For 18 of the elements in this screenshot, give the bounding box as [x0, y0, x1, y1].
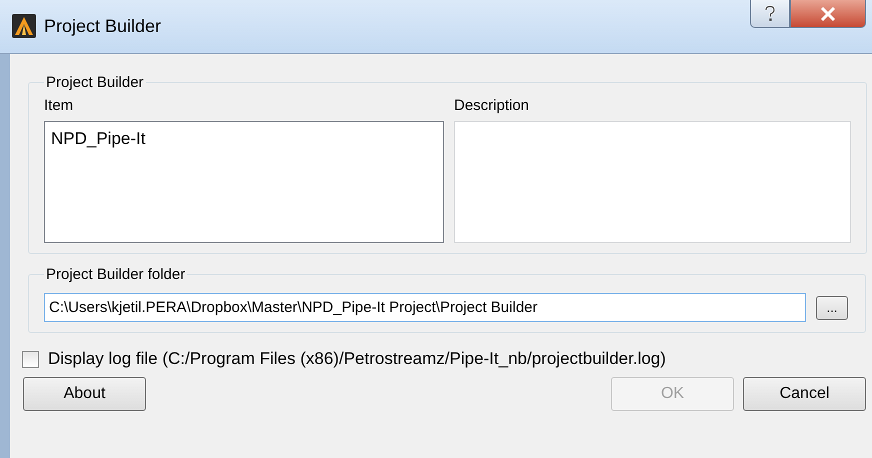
group-title: Project Builder — [45, 74, 145, 91]
checkbox[interactable] — [22, 350, 39, 368]
description-label: Description — [454, 97, 530, 114]
dialog-button[interactable]: About — [23, 377, 146, 411]
browse-button[interactable]: ... — [816, 296, 848, 320]
list-item[interactable]: NPD_Pipe-It — [51, 127, 437, 151]
close-icon — [820, 6, 836, 20]
close-button[interactable] — [790, 0, 866, 28]
dialog-button[interactable]: Cancel — [743, 377, 866, 411]
help-icon — [763, 4, 777, 22]
window-title: Project Builder — [44, 16, 162, 36]
checkbox-label: Display log file (C:/Program Files (x86)/Petrostreamz/Pipe-It_nb/projectbuilder.log) — [48, 349, 666, 369]
folder-path-field[interactable]: C:\Users\kjetil.PERA\Dropbox\Master\NPD_Pipe-It Project\Project Builder — [44, 293, 806, 322]
item-list[interactable]: NPD_Pipe-It — [44, 121, 444, 243]
group-title: Project Builder folder — [45, 266, 186, 283]
item-label: Item — [44, 97, 74, 114]
app-logo-icon — [12, 14, 36, 38]
help-button[interactable] — [750, 0, 790, 28]
